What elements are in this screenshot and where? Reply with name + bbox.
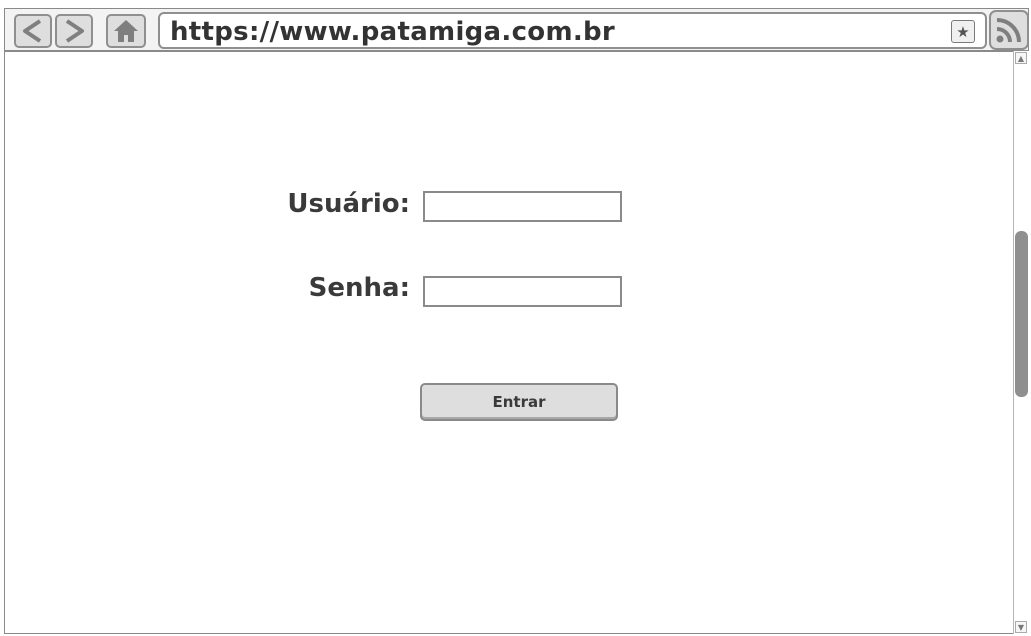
password-label: Senha: bbox=[308, 273, 410, 303]
browser-toolbar: https://www.patamiga.com.br ★ bbox=[5, 9, 1029, 52]
login-submit-button[interactable]: Entrar bbox=[420, 383, 618, 421]
vertical-scrollbar[interactable]: ▲ ▼ bbox=[1013, 51, 1029, 634]
username-input[interactable] bbox=[423, 191, 622, 222]
browser-window: https://www.patamiga.com.br ★ bbox=[4, 8, 1029, 634]
bookmark-star-icon[interactable]: ★ bbox=[951, 20, 975, 43]
address-bar[interactable]: https://www.patamiga.com.br ★ bbox=[158, 12, 987, 49]
url-text: https://www.patamiga.com.br bbox=[170, 17, 616, 47]
scroll-down-arrow-icon[interactable]: ▼ bbox=[1015, 621, 1027, 633]
scroll-up-arrow-icon[interactable]: ▲ bbox=[1015, 52, 1027, 64]
forward-button[interactable] bbox=[55, 14, 93, 48]
scrollbar-thumb[interactable] bbox=[1015, 231, 1028, 397]
password-input[interactable] bbox=[423, 276, 622, 307]
back-button[interactable] bbox=[14, 14, 52, 48]
chevron-left-icon bbox=[23, 19, 42, 43]
home-button[interactable] bbox=[106, 14, 146, 48]
rss-feed-button[interactable] bbox=[989, 10, 1029, 50]
chevron-right-icon bbox=[65, 19, 84, 43]
username-label: Usuário: bbox=[287, 189, 410, 219]
rss-icon bbox=[996, 18, 1021, 43]
home-icon bbox=[114, 20, 138, 42]
